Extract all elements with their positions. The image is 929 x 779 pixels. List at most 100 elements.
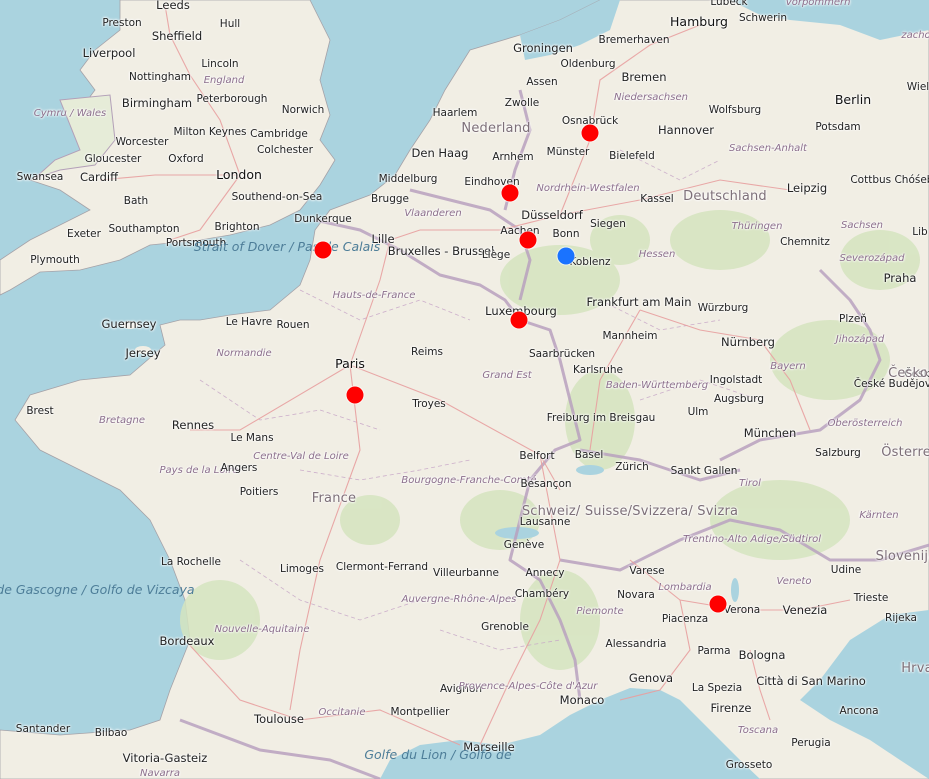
map-label-ancona: Ancona (839, 705, 879, 717)
map-label-praha: Praha (883, 271, 917, 285)
map-label-la-rochelle: La Rochelle (160, 556, 222, 568)
map-label-piemonte: Piemonte (576, 606, 624, 617)
map-marker-osnabruck[interactable] (581, 124, 599, 142)
map-label-varese: Varese (629, 565, 665, 577)
map-label-bourgogne-franche-comte: Bourgogne-Franche-Comté (401, 475, 537, 486)
map-label-oldenburg: Oldenburg (560, 58, 616, 70)
map-label-geneve: Genève (503, 539, 545, 551)
map-label-grenoble: Grenoble (481, 621, 529, 633)
map-label-nouvelle-aquitaine: Nouvelle-Aquitaine (214, 624, 310, 635)
map-label-genova: Genova (628, 671, 674, 685)
map-label-centre-val-de-loire: Centre-Val de Loire (253, 451, 349, 462)
map-label-vlaanderen: Vlaanderen (404, 208, 462, 219)
map-marker-paris[interactable] (346, 386, 364, 404)
map-label-santander: Santander (15, 723, 71, 735)
map-label-le-mans: Le Mans (230, 432, 274, 444)
map-label-montpellier: Montpellier (390, 706, 450, 718)
map-label-oxford: Oxford (168, 153, 204, 165)
map-label-paris: Paris (335, 356, 365, 371)
map-label-hamburg: Hamburg (670, 14, 728, 29)
map-label-frankfurt-am-main: Frankfurt am Main (586, 295, 692, 309)
map-label-bremerhaven: Bremerhaven (598, 34, 670, 46)
map-label-basel: Basel (574, 449, 604, 461)
map-label-groningen: Groningen (513, 41, 573, 55)
map-label-guernsey: Guernsey (101, 317, 157, 331)
map-label-verona: Verona (723, 604, 761, 616)
map-label-peterborough: Peterborough (196, 93, 268, 105)
map-label-berlin: Berlin (834, 92, 872, 107)
map-label-limoges: Limoges (279, 563, 325, 575)
map-label-sachsen: Sachsen (840, 220, 884, 231)
map-marker-aachen[interactable] (519, 231, 537, 249)
map-label-den-haag: Den Haag (411, 146, 469, 160)
map-label-preston: Preston (102, 17, 142, 29)
map-label-rouen: Rouen (276, 319, 310, 331)
map-label-le-havre: Le Havre (225, 316, 273, 328)
map-label-lombardia: Lombardia (658, 582, 712, 593)
map-label-plzen: Plzeň (839, 313, 867, 325)
map-label-citta-di-san-marino: Città di San Marino (756, 674, 866, 688)
map-label-worcester: Worcester (115, 136, 169, 148)
map-label-milton-keynes: Milton Keynes (173, 126, 247, 138)
map-marker-eindhoven[interactable] (501, 184, 519, 202)
map-label-liverpool: Liverpool (82, 46, 136, 60)
map-label-poitiers: Poitiers (239, 486, 279, 498)
map-label-bilbao: Bilbao (94, 727, 128, 739)
map-label-zurich: Zürich (615, 461, 649, 473)
map-label-oberosterreich: Oberösterreich (827, 418, 903, 429)
country-label-schweiz-suisse-svizzera-svizra: Schweiz/ Suisse/Svizzera/ Svizra (521, 504, 739, 519)
map-label-normandie: Normandie (216, 348, 272, 359)
map-label-london: London (216, 167, 262, 182)
map-label-hessen: Hessen (638, 249, 676, 260)
map-canvas[interactable]: Leeds Hull Preston Sheffield Liverpool Lincol… (0, 0, 929, 779)
map-label-severozapad: Severozápad (839, 253, 905, 264)
map-label-plymouth: Plymouth (30, 254, 80, 266)
map-label-bayern: Bayern (770, 361, 806, 372)
map-marker-bonn[interactable] (557, 247, 575, 265)
map-label-auvergne-rhone-alpes: Auvergne-Rhône-Alpes (401, 594, 517, 605)
country-label-slovenija: Slovenija (875, 549, 929, 564)
map-label-clermont-ferrand: Clermont-Ferrand (335, 561, 429, 573)
map-label-navarra: Navarra (139, 768, 181, 779)
map-label-augsburg: Augsburg (713, 393, 765, 405)
map-label-bretagne: Bretagne (98, 415, 146, 426)
map-label-rijeka: Rijeka (885, 612, 917, 624)
map-label-chambery: Chambéry (514, 588, 570, 600)
map-label-wurzburg: Würzburg (697, 302, 749, 314)
country-label-hrva: Hrva (901, 661, 929, 676)
map-label-norwich: Norwich (281, 104, 325, 116)
map-label-veneto: Veneto (776, 576, 812, 587)
map-label-bath: Bath (123, 195, 149, 207)
map-label-vorpommern: Vorpommern (785, 0, 851, 8)
map-label-liege: Liège (481, 249, 511, 261)
map-label-hauts-de-france: Hauts-de-France (332, 290, 416, 301)
map-label-lib: Lib (912, 226, 928, 238)
map-label-koblenz: Koblenz (569, 256, 611, 268)
map-label-swansea: Swansea (16, 171, 64, 183)
map-marker-luxembourg[interactable] (510, 311, 528, 329)
map-label-potsdam: Potsdam (815, 121, 861, 133)
country-label-nederland: Nederland (461, 121, 531, 136)
map-label-leeds: Leeds (156, 0, 190, 12)
map-label-mannheim: Mannheim (602, 330, 658, 342)
map-label-firenze: Firenze (710, 701, 752, 715)
map-label-karlsruhe: Karlsruhe (573, 364, 623, 376)
map-label-assen: Assen (526, 76, 558, 88)
map-label-golfe-de-gascogne-golfo-de-vizcaya: Golfe de Gascogne / Golfo de Vizcaya (0, 582, 195, 597)
map-label-cambridge: Cambridge (250, 128, 308, 140)
map-marker-dunkerque[interactable] (314, 241, 332, 259)
map-label-trieste: Trieste (853, 592, 889, 604)
map-label-bonn: Bonn (552, 228, 580, 240)
country-label-osterrei: Österrei (881, 445, 929, 460)
map-label-nordrhein-westfalen: Nordrhein-Westfalen (536, 183, 640, 194)
map-label-bielefeld: Bielefeld (609, 150, 655, 162)
map-label-lincoln: Lincoln (201, 58, 239, 70)
map-label-karnten: Kärnten (859, 510, 899, 521)
map-label-colchester: Colchester (257, 144, 313, 156)
map-label-kassel: Kassel (640, 193, 674, 205)
map-label-freiburg-im-breisgau: Freiburg im Breisgau (546, 412, 656, 424)
map-label-hull: Hull (219, 18, 241, 30)
map-label-udine: Udine (830, 564, 862, 576)
map-label-salzburg: Salzburg (815, 447, 861, 459)
map-marker-verona[interactable] (709, 595, 727, 613)
